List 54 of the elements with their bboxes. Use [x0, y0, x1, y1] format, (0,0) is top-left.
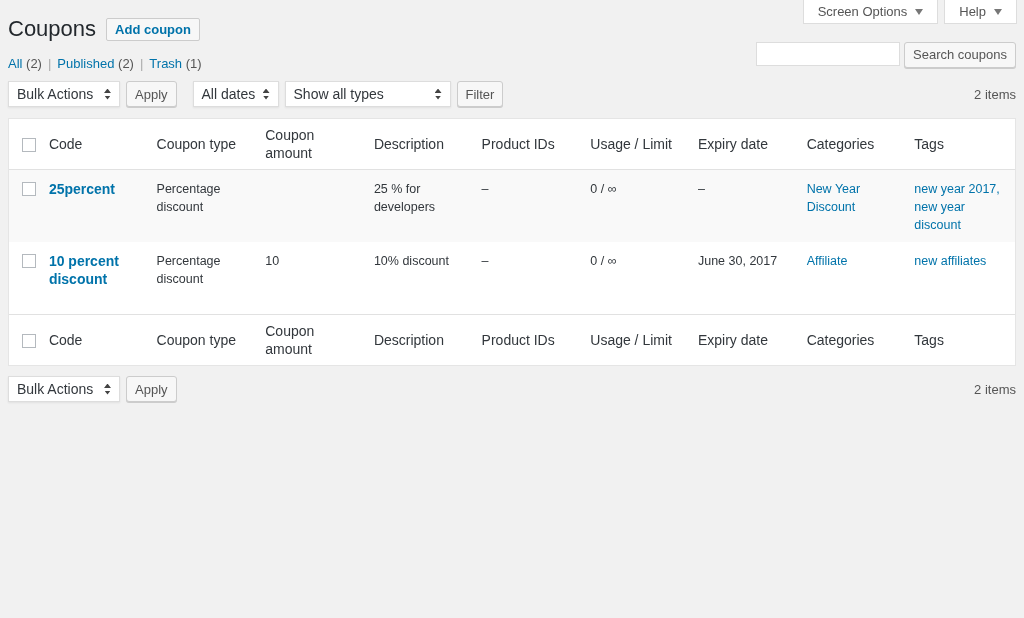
column-header[interactable]: Code [48, 331, 147, 349]
filter-button[interactable]: Filter [456, 81, 504, 107]
table-cell-text: – [481, 253, 490, 270]
column-header[interactable]: Code [48, 135, 147, 153]
add-coupon-button[interactable]: Add coupon [106, 17, 200, 41]
bulk-actions-dropdown[interactable]: Bulk Actions [8, 81, 120, 107]
column-header[interactable]: Coupon amount [265, 126, 364, 162]
apply-button[interactable]: Apply [126, 376, 177, 402]
tag-link[interactable]: new year 2017, new year discount [914, 180, 1005, 234]
date-filter-dropdown[interactable]: All dates [192, 81, 279, 107]
column-header[interactable]: Product IDs [481, 331, 581, 349]
column-header[interactable]: Description [373, 331, 472, 349]
view-filter-link[interactable]: Published (2) [57, 56, 134, 71]
separator: | [139, 56, 144, 71]
table-cell-text: Percentage discount [156, 253, 222, 288]
column-header[interactable]: Coupon amount [265, 322, 364, 358]
table-cell-text: 0 / ∞ [590, 181, 618, 198]
category-link[interactable]: New Year Discount [806, 180, 905, 216]
column-header[interactable]: Categories [806, 331, 905, 349]
column-header[interactable]: Coupon type [156, 331, 256, 349]
apply-button[interactable]: Apply [126, 81, 177, 107]
table-cell-text: June 30, 2017 [697, 253, 779, 270]
type-filter-dropdown[interactable]: Show all types [284, 81, 451, 107]
tag-link[interactable]: new affiliates [914, 252, 1005, 270]
table-cell-text: 0 / ∞ [590, 253, 618, 270]
page-title: Coupons [8, 16, 97, 42]
table-cell-text: 25 % for developers [373, 181, 437, 216]
table-cell-text: – [481, 181, 490, 198]
table-cell-text: Percentage discount [156, 181, 222, 216]
category-link[interactable]: Affiliate [806, 252, 905, 270]
column-header[interactable]: Coupon type [156, 135, 256, 153]
column-header[interactable]: Expiry date [697, 331, 797, 349]
column-header[interactable]: Categories [806, 135, 905, 153]
screen-options-button[interactable]: Screen Options [802, 0, 939, 24]
column-header[interactable]: Tags [914, 135, 1005, 153]
coupon-code-link[interactable]: 10 percent discount [48, 252, 147, 288]
item-count: 2 items [974, 381, 1016, 397]
search-button[interactable]: Search coupons [904, 41, 1016, 68]
separator: | [47, 56, 52, 71]
view-filter-link[interactable]: Trash (1) [149, 56, 202, 71]
table-cell-text: – [697, 181, 706, 198]
column-header[interactable]: Product IDs [481, 135, 581, 153]
coupon-code-link[interactable]: 25percent [48, 180, 147, 198]
bulk-actions-dropdown[interactable]: Bulk Actions [8, 376, 120, 402]
table-cell-text: 10 [265, 253, 281, 270]
column-header[interactable]: Usage / Limit [590, 135, 688, 153]
item-count: 2 items [974, 86, 1016, 102]
column-header[interactable]: Tags [914, 331, 1005, 349]
column-header[interactable]: Expiry date [697, 135, 797, 153]
column-header[interactable]: Description [373, 135, 472, 153]
help-button[interactable]: Help [944, 0, 1017, 24]
table-cell-text: 10% discount [373, 253, 450, 270]
column-header[interactable]: Usage / Limit [590, 331, 688, 349]
view-filter-link[interactable]: All (2) [8, 56, 42, 71]
